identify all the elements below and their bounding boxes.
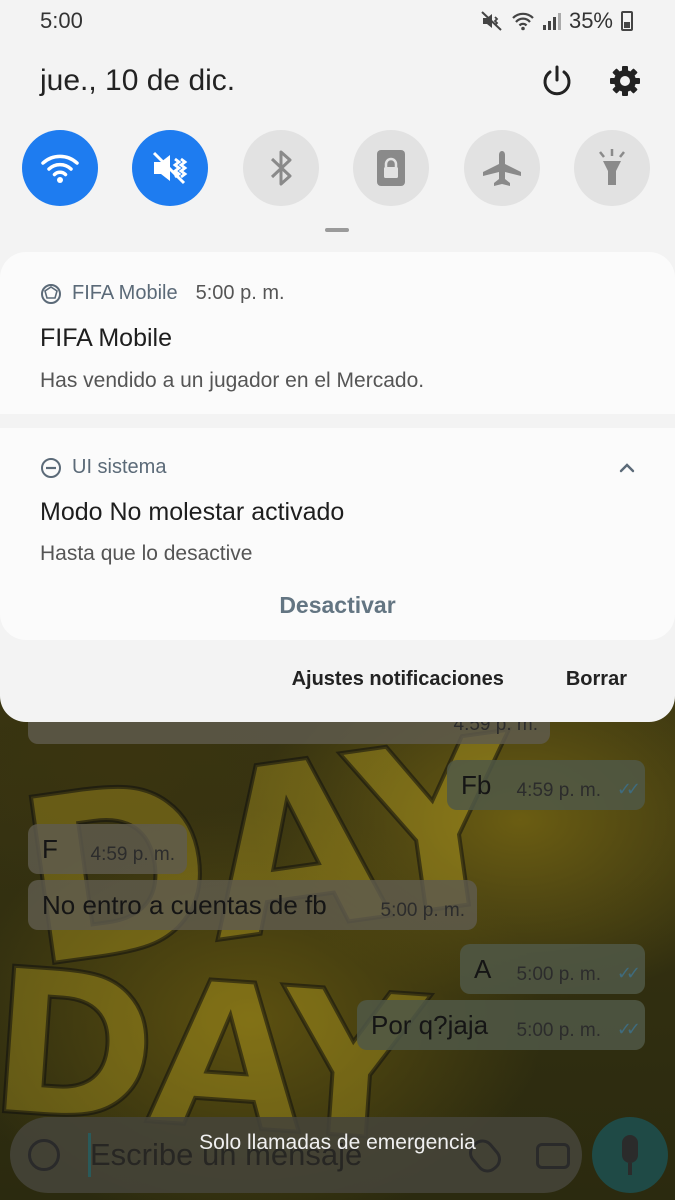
mic-button[interactable] bbox=[592, 1117, 668, 1193]
message-bubble[interactable]: F 4:59 p. m. bbox=[28, 824, 187, 874]
notification-dnd[interactable]: UI sistema Modo No molestar activado Has… bbox=[0, 428, 675, 640]
status-time: 5:00 bbox=[40, 8, 83, 33]
qs-rotation-lock-toggle[interactable] bbox=[353, 130, 429, 206]
status-bar: 5:00 35% bbox=[0, 0, 675, 42]
mic-stand bbox=[628, 1163, 632, 1175]
qs-airplane-toggle[interactable] bbox=[464, 130, 540, 206]
status-icons: 35% bbox=[481, 8, 633, 34]
bluetooth-icon bbox=[270, 150, 292, 186]
mute-status-icon bbox=[481, 11, 502, 31]
message-bubble[interactable]: No entro a cuentas de fb 5:00 p. m. bbox=[28, 880, 477, 930]
message-time: 5:00 p. m. bbox=[516, 964, 602, 985]
screen-lock-icon bbox=[377, 150, 405, 186]
qs-mute-toggle[interactable] bbox=[132, 130, 208, 206]
battery-icon bbox=[621, 11, 633, 31]
message-composer[interactable]: Escribe un mensaje bbox=[10, 1117, 582, 1193]
message-text: F bbox=[42, 834, 58, 864]
gear-icon[interactable] bbox=[608, 64, 642, 98]
battery-percent: 35% bbox=[568, 8, 613, 33]
message-text: Fb bbox=[461, 770, 492, 800]
shade-drag-handle[interactable] bbox=[325, 228, 349, 232]
power-icon[interactable] bbox=[540, 64, 574, 98]
notification-title: Modo No molestar activado bbox=[40, 498, 345, 526]
message-bubble[interactable]: Por q?jaja 5:00 p. m. ✓✓ bbox=[357, 1000, 645, 1050]
notification-app-name: FIFA Mobile bbox=[72, 282, 178, 304]
deactivate-button[interactable]: Desactivar bbox=[0, 592, 675, 619]
message-bubble[interactable]: A 5:00 p. m. ✓✓ bbox=[460, 944, 645, 994]
notification-body: Hasta que lo desactive bbox=[40, 542, 253, 565]
notification-header: FIFA Mobile 5:00 p. m. bbox=[40, 282, 285, 305]
message-time: 5:00 p. m. bbox=[380, 900, 466, 921]
notification-time: 5:00 p. m. bbox=[195, 282, 285, 304]
airplane-icon bbox=[483, 151, 521, 186]
notification-header: UI sistema bbox=[40, 456, 166, 479]
message-text: Por q?jaja bbox=[371, 1010, 489, 1040]
notification-settings-button[interactable]: Ajustes notificaciones bbox=[292, 668, 504, 691]
wifi-status-icon bbox=[512, 12, 534, 31]
double-check-icon: ✓✓ bbox=[616, 779, 641, 799]
qs-bluetooth-toggle[interactable] bbox=[243, 130, 319, 206]
message-text: No entro a cuentas de fb bbox=[42, 890, 327, 920]
double-check-icon: ✓✓ bbox=[616, 1019, 641, 1039]
date-label: jue., 10 de dic. bbox=[40, 64, 236, 97]
flashlight-icon bbox=[599, 149, 625, 185]
message-time: 5:00 p. m. bbox=[516, 1020, 602, 1041]
mute-icon bbox=[152, 151, 188, 185]
message-time: 4:59 p. m. bbox=[90, 844, 176, 865]
wifi-icon bbox=[41, 154, 79, 183]
fifa-app-icon bbox=[41, 283, 61, 304]
notification-body: Has vendido a un jugador en el Mercado. bbox=[40, 369, 425, 392]
message-text: A bbox=[474, 954, 492, 984]
emergency-calls-text: Solo llamadas de emergencia bbox=[199, 1131, 476, 1154]
notification-title: FIFA Mobile bbox=[40, 324, 172, 352]
clear-all-button[interactable]: Borrar bbox=[566, 668, 627, 691]
qs-wifi-toggle[interactable] bbox=[22, 130, 98, 206]
message-time: 4:59 p. m. bbox=[516, 780, 602, 801]
do-not-disturb-icon bbox=[41, 457, 61, 478]
notification-app-name: UI sistema bbox=[72, 456, 167, 478]
qs-flashlight-toggle[interactable] bbox=[574, 130, 650, 206]
signal-icon bbox=[542, 12, 561, 30]
chevron-up-icon[interactable] bbox=[615, 458, 639, 478]
message-bubble[interactable]: Fb 4:59 p. m. ✓✓ bbox=[447, 760, 645, 810]
notification-fifa[interactable]: FIFA Mobile 5:00 p. m. FIFA Mobile Has v… bbox=[0, 252, 675, 414]
notification-shade: 5:00 35% jue., 10 de dic. FIFA Mobile 5:… bbox=[0, 0, 675, 722]
shade-footer-actions: Ajustes notificaciones Borrar bbox=[292, 668, 627, 691]
double-check-icon: ✓✓ bbox=[616, 963, 641, 983]
